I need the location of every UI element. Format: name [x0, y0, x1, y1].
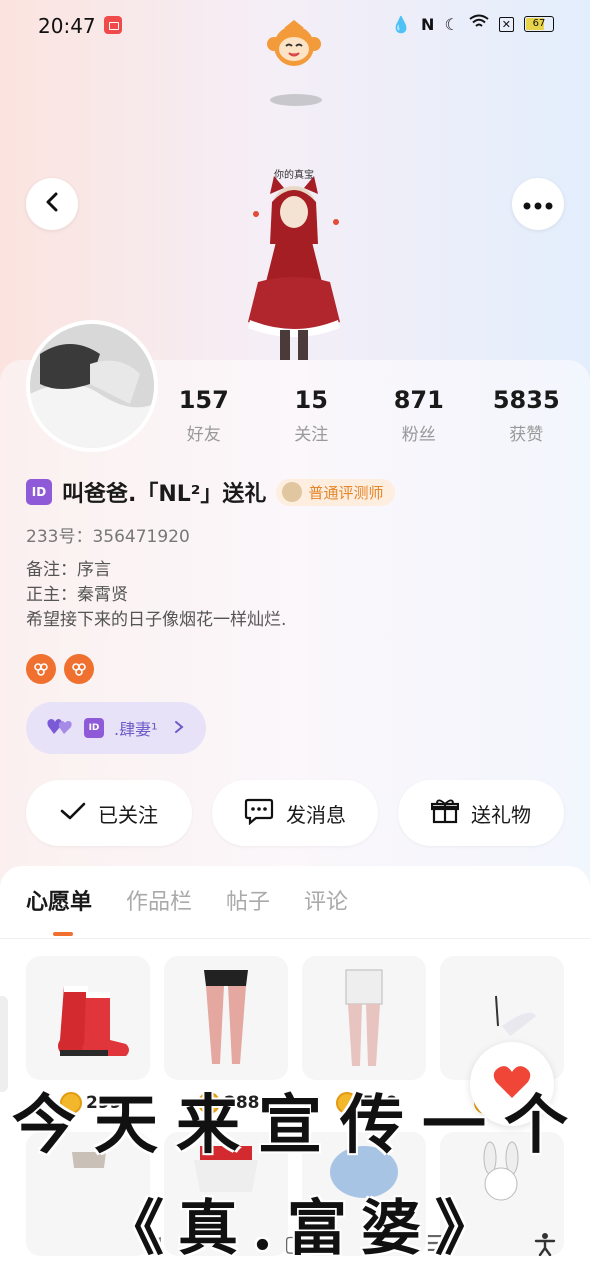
drop-icon: 💧: [391, 14, 412, 34]
reviewer-badge[interactable]: 普通评测师: [276, 478, 396, 506]
avatar-caption: 你的真宝: [274, 170, 314, 181]
avatar-figure: 你的真宝: [228, 162, 360, 368]
id-badge-icon: ID: [84, 718, 104, 738]
status-icons: 💧 N ☾ ✕ 67: [391, 14, 554, 34]
more-button[interactable]: [512, 178, 564, 230]
stat-label: 粉丝: [401, 425, 436, 445]
avatar-shadow: [270, 94, 322, 106]
name-row: ID 叫爸爸.「NL²」送礼 普通评测师: [26, 476, 396, 508]
stat-value: 157: [178, 386, 229, 414]
bio: 备注：序言 正主：秦霄贤 希望接下来的日子像烟花一样灿烂.: [26, 558, 286, 633]
stat-following[interactable]: 15 关注: [258, 386, 366, 445]
moon-icon: ☾: [444, 14, 459, 34]
stat-label: 获赞: [509, 425, 544, 445]
tab-wishlist[interactable]: 心愿单: [26, 884, 92, 916]
reviewer-badge-label: 普通评测师: [308, 483, 384, 502]
avatar[interactable]: [26, 320, 158, 452]
stat-value: 15: [294, 386, 328, 414]
bio-line: 正主：秦霄贤: [26, 585, 128, 605]
wishlist-item[interactable]: [164, 956, 288, 1080]
more-icon: [523, 195, 553, 214]
username: 叫爸爸.「NL²」送礼: [62, 482, 267, 507]
edge-handle[interactable]: [0, 996, 8, 1092]
message-button[interactable]: 发消息: [212, 780, 378, 846]
heart-pair-icon: [46, 716, 74, 740]
group-medal-icon[interactable]: [26, 654, 56, 684]
message-icon: [244, 797, 274, 830]
tab-comments[interactable]: 评论: [304, 884, 348, 916]
tab-divider: [0, 938, 590, 939]
bio-line: 备注：序言: [26, 560, 111, 580]
medal-row: [26, 654, 94, 684]
badge-avatar-icon: [282, 482, 303, 502]
stat-likes[interactable]: 5835 获赞: [473, 386, 581, 445]
back-icon: [43, 191, 61, 217]
stat-value: 871: [393, 386, 444, 414]
message-label: 发消息: [286, 802, 346, 827]
tab-bar: 心愿单 作品栏 帖子 评论: [26, 884, 348, 916]
gift-label: 送礼物: [471, 802, 531, 827]
follow-button[interactable]: 已关注: [26, 780, 192, 846]
id-badge-icon: ID: [26, 479, 52, 505]
nfc-icon: N: [421, 14, 435, 34]
stat-friends[interactable]: 157 好友: [150, 386, 258, 445]
chevron-right-icon: [174, 719, 184, 738]
profile-screen: 20:47 💧 N ☾ ✕ 67 你的真宝 157 好友 15 关注 871 粉…: [0, 0, 590, 1280]
follow-label: 已关注: [98, 802, 158, 827]
overlay-text: 《真.富婆》: [104, 1194, 509, 1264]
action-row: 已关注 发消息 送礼物: [26, 780, 564, 846]
stat-fans[interactable]: 871 粉丝: [365, 386, 473, 445]
stat-value: 5835: [492, 386, 560, 414]
wishlist-item[interactable]: [26, 956, 150, 1080]
couple-name: .肆妻¹: [114, 720, 158, 739]
stat-label: 关注: [294, 425, 329, 445]
back-button[interactable]: [26, 178, 78, 230]
stat-label: 好友: [186, 425, 221, 445]
wishlist-item[interactable]: [302, 956, 426, 1080]
user-id: 233号：356471920: [26, 527, 190, 547]
battery-icon: 67: [524, 16, 554, 32]
sim-icon: ✕: [498, 16, 514, 32]
check-icon: [60, 801, 86, 826]
status-time: 20:47: [38, 14, 96, 38]
bio-line: 希望接下来的日子像烟花一样灿烂.: [26, 610, 287, 630]
couple-link-pill[interactable]: ID .肆妻¹: [26, 702, 206, 754]
screen-record-icon: [104, 16, 122, 34]
tab-works[interactable]: 作品栏: [126, 884, 192, 916]
gift-icon: [430, 798, 460, 829]
overlay-text: 今天来宣传一个: [12, 1088, 586, 1163]
wifi-icon: [469, 14, 489, 34]
stats-row: 157 好友 15 关注 871 粉丝 5835 获赞: [150, 386, 580, 445]
mascot-logo: [262, 18, 326, 66]
active-tab-indicator: [53, 932, 73, 936]
gift-button[interactable]: 送礼物: [398, 780, 564, 846]
group-medal-icon[interactable]: [64, 654, 94, 684]
tab-posts[interactable]: 帖子: [226, 884, 270, 916]
